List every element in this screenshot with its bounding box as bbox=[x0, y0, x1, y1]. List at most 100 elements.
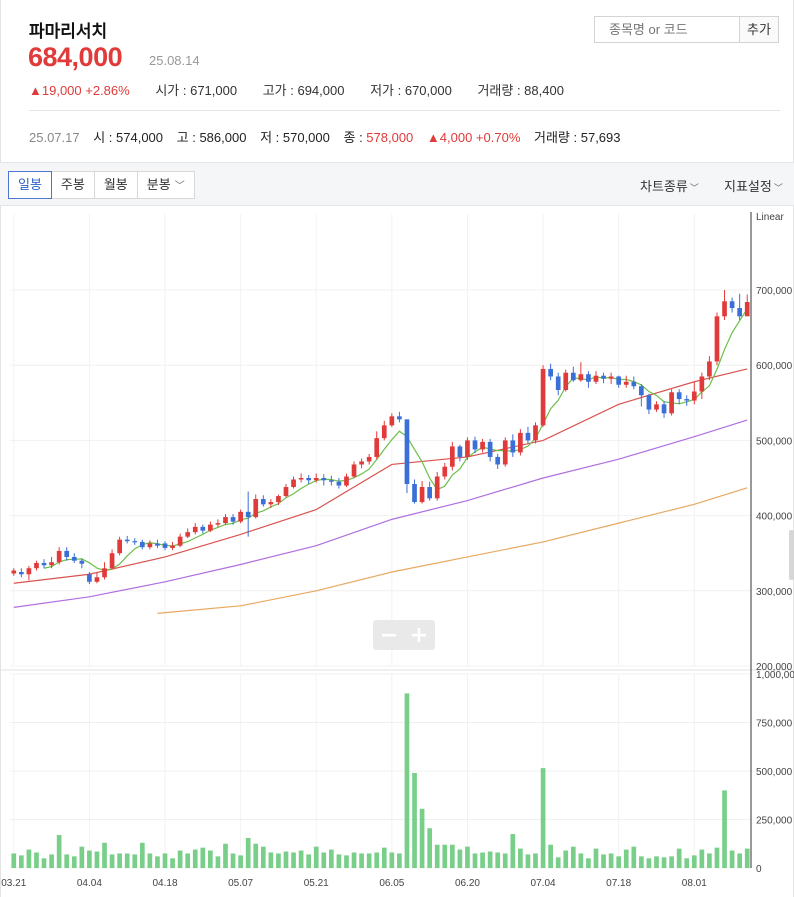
candle bbox=[601, 372, 606, 384]
tab-minute[interactable]: 분봉 ﹀ bbox=[136, 171, 195, 199]
candle bbox=[11, 568, 17, 576]
candle-body bbox=[623, 381, 629, 385]
volume-bar bbox=[64, 854, 70, 868]
candle bbox=[389, 413, 395, 427]
candle-body bbox=[102, 568, 107, 578]
candle-body bbox=[139, 541, 145, 548]
candle-body bbox=[64, 550, 70, 557]
candle-body bbox=[586, 374, 591, 382]
candle bbox=[26, 565, 32, 581]
volume-bar bbox=[533, 853, 538, 868]
candle-body bbox=[230, 517, 236, 522]
tab-monthly[interactable]: 월봉 bbox=[93, 171, 138, 199]
candle bbox=[276, 494, 281, 506]
volume-bar bbox=[162, 853, 168, 868]
candle bbox=[147, 540, 153, 550]
candle bbox=[510, 434, 516, 457]
candle bbox=[699, 372, 705, 400]
volume-bar bbox=[548, 844, 553, 868]
candle-body bbox=[238, 511, 243, 522]
candle-body bbox=[306, 478, 312, 481]
candle-body bbox=[260, 499, 266, 505]
volume-bar bbox=[691, 855, 697, 868]
candle-body bbox=[351, 464, 357, 477]
x-tick-label: 06.05 bbox=[379, 878, 404, 889]
zoom-out-icon[interactable]: − bbox=[380, 623, 398, 648]
scale-label: Linear bbox=[756, 212, 784, 223]
candle-body bbox=[616, 376, 622, 385]
candle bbox=[639, 384, 644, 407]
candle-body bbox=[457, 446, 463, 457]
candle-body bbox=[472, 440, 478, 450]
candle-body bbox=[593, 375, 599, 382]
candle bbox=[109, 549, 115, 570]
stock-name: 파마리서치 bbox=[29, 22, 108, 41]
candle bbox=[124, 535, 130, 544]
volume-bar bbox=[669, 856, 674, 868]
candle-body bbox=[495, 456, 501, 465]
volume-bar bbox=[412, 772, 417, 868]
candle bbox=[336, 478, 342, 489]
candle bbox=[139, 539, 145, 550]
candle-body bbox=[555, 376, 561, 391]
volume-bar bbox=[616, 856, 622, 868]
stock-chart[interactable]: Linear 700,000 600,000 500,000 400,000 300,00… bbox=[0, 206, 794, 897]
chevron-down-icon: ﹀ bbox=[773, 183, 783, 193]
x-tick-label: 05.07 bbox=[228, 878, 253, 889]
candle-body bbox=[601, 375, 606, 379]
candle-body bbox=[208, 524, 213, 531]
candle-body bbox=[684, 399, 690, 401]
volume-bar bbox=[200, 847, 206, 868]
volume-bar bbox=[570, 846, 576, 868]
candle-body bbox=[533, 425, 538, 441]
candle-body bbox=[381, 425, 387, 439]
candle bbox=[616, 375, 622, 388]
scroll-handle bbox=[789, 530, 794, 580]
candle bbox=[200, 524, 206, 534]
candle bbox=[132, 538, 138, 545]
candle bbox=[192, 523, 198, 535]
volume-bar bbox=[117, 853, 122, 868]
hover-close: 578,000 bbox=[366, 130, 414, 145]
volume-bar bbox=[124, 853, 130, 868]
candle bbox=[412, 479, 417, 504]
candle bbox=[495, 453, 501, 469]
candle bbox=[283, 484, 289, 498]
candle bbox=[260, 495, 266, 507]
volume-bar bbox=[578, 853, 584, 868]
tab-daily[interactable]: 일봉 bbox=[8, 171, 52, 199]
period-tabs: 일봉 주봉 월봉 분봉 ﹀ bbox=[8, 171, 195, 199]
hover-low: 저 : 570,000 bbox=[260, 130, 330, 145]
volume-bar bbox=[442, 844, 448, 868]
candle-body bbox=[646, 395, 652, 410]
volume-bar bbox=[608, 853, 614, 868]
tab-weekly[interactable]: 주봉 bbox=[50, 171, 95, 199]
volume-bar bbox=[419, 808, 425, 868]
volume-bar bbox=[714, 847, 720, 868]
price-tick-label: 300,000 bbox=[756, 587, 793, 598]
volume-bar bbox=[291, 852, 296, 868]
candle bbox=[480, 438, 485, 453]
candle bbox=[419, 481, 425, 504]
candle-body bbox=[518, 432, 523, 453]
candle bbox=[722, 290, 727, 321]
indicator-menu[interactable]: 지표설정 ﹀ bbox=[724, 176, 783, 195]
zoom-in-icon[interactable]: + bbox=[410, 623, 428, 648]
volume-bar bbox=[192, 849, 198, 868]
candle bbox=[306, 474, 312, 485]
volume-bar bbox=[646, 858, 652, 868]
candle-body bbox=[449, 446, 455, 467]
candle-body bbox=[691, 391, 697, 401]
candle bbox=[593, 371, 599, 384]
stock-search-input[interactable] bbox=[594, 16, 740, 43]
x-tick-label: 04.04 bbox=[77, 878, 102, 889]
zoom-control: − + bbox=[373, 620, 435, 650]
volume-bar bbox=[11, 853, 17, 868]
chart-type-menu[interactable]: 차트종류 ﹀ bbox=[640, 176, 699, 195]
volume-bar bbox=[170, 858, 175, 868]
candle bbox=[162, 541, 168, 551]
candle bbox=[548, 363, 553, 381]
chart-toolbar: 일봉 주봉 월봉 분봉 ﹀ 차트종류 ﹀ 지표설정 ﹀ bbox=[0, 162, 794, 206]
add-stock-button[interactable]: 추가 bbox=[739, 16, 779, 43]
candle bbox=[170, 541, 175, 551]
